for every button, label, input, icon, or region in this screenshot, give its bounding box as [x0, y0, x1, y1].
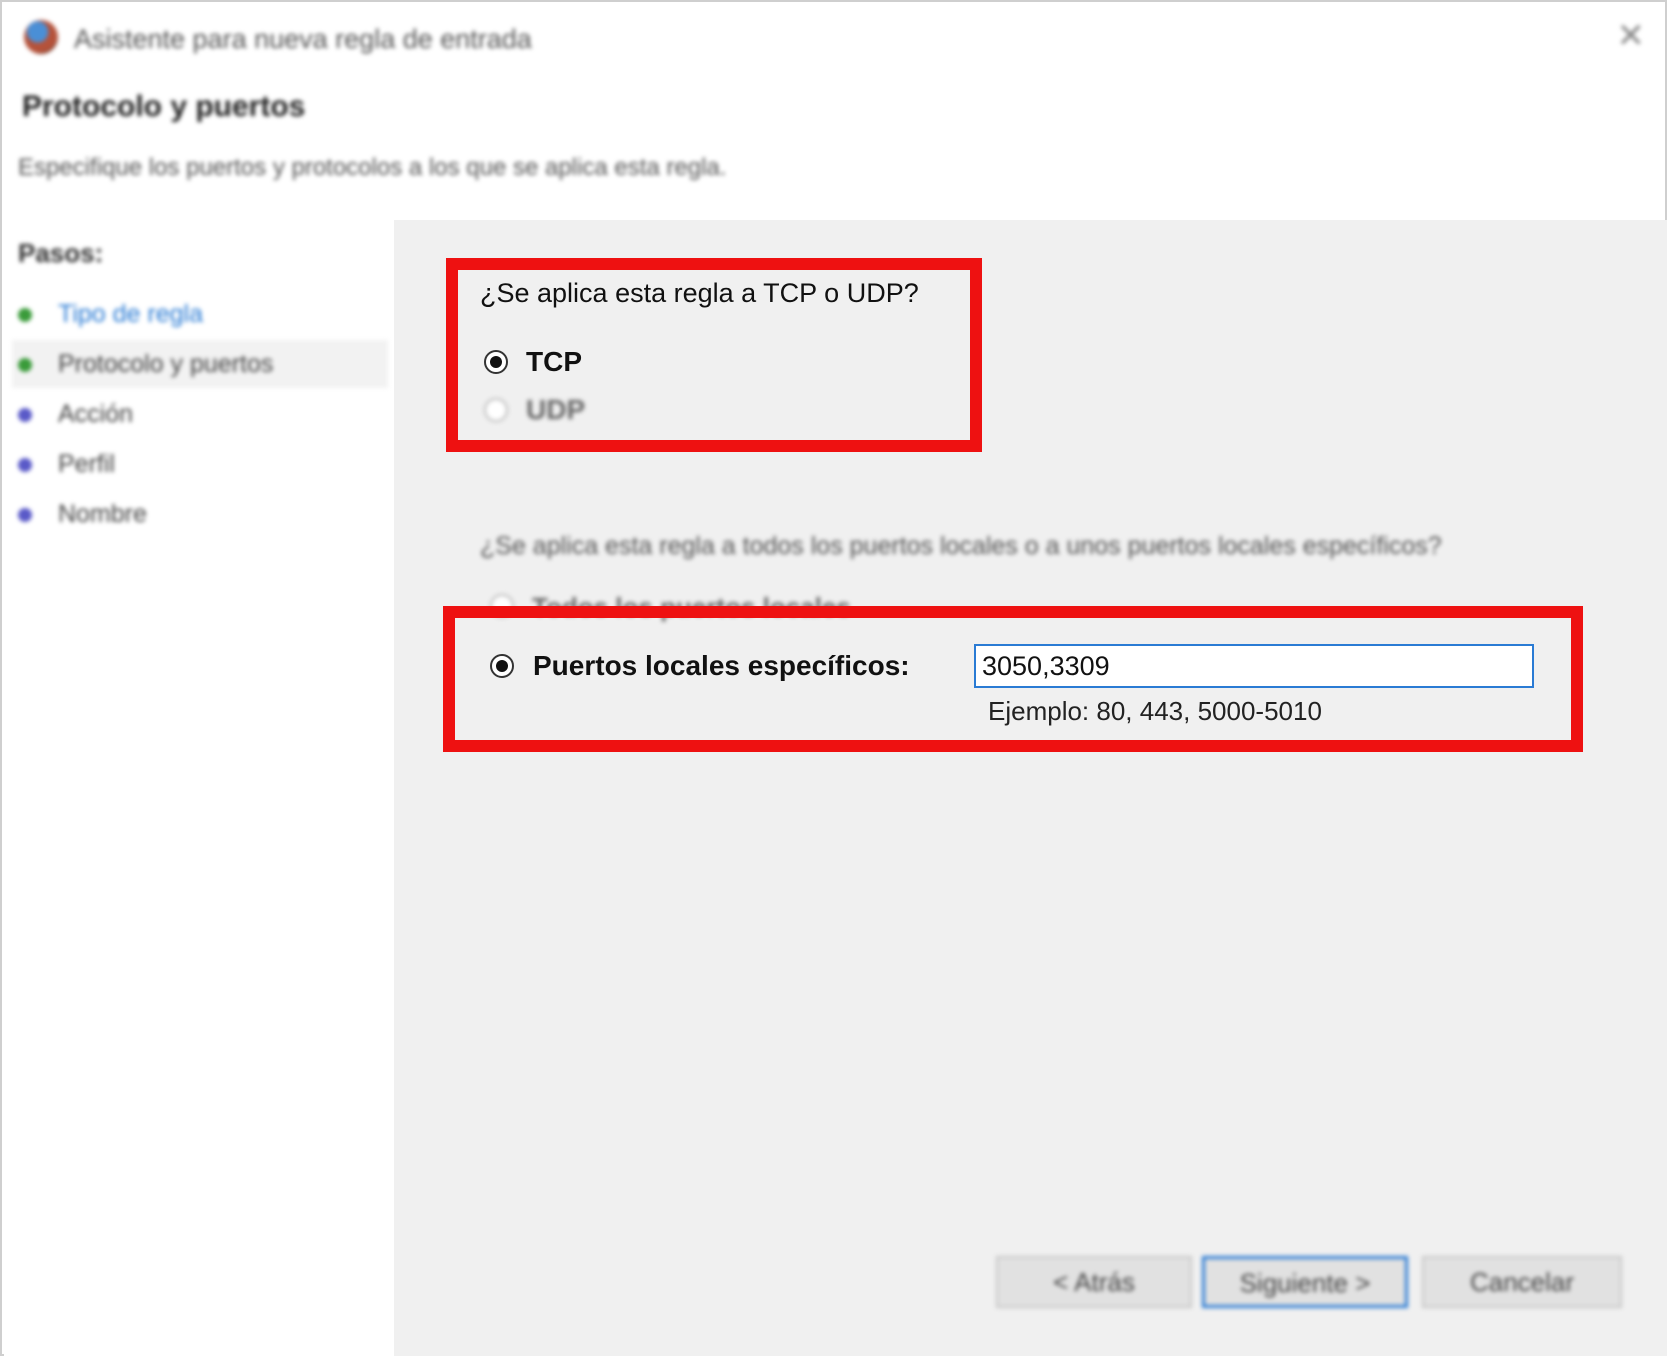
page-subtitle: Especifique los puertos y protocolos a l…: [18, 154, 727, 181]
step-done-icon: [18, 308, 32, 322]
next-button[interactable]: Siguiente >: [1202, 1256, 1408, 1308]
specific-ports-input[interactable]: [974, 644, 1534, 688]
step-nombre[interactable]: Nombre: [12, 490, 388, 538]
specific-ports-label[interactable]: Puertos locales específicos:: [533, 650, 910, 682]
ports-question: ¿Se aplica esta regla a todos los puerto…: [480, 532, 1442, 560]
step-pending-icon: [18, 408, 32, 422]
tcp-label[interactable]: TCP: [526, 346, 582, 378]
window-title: Asistente para nueva regla de entrada: [74, 24, 532, 54]
udp-radio[interactable]: [484, 398, 508, 422]
specific-ports-radio[interactable]: [490, 654, 514, 678]
title-bar: Asistente para nueva regla de entrada ✕: [2, 2, 1665, 74]
back-button[interactable]: < Atrás: [996, 1256, 1192, 1308]
cancel-button[interactable]: Cancelar: [1422, 1256, 1622, 1308]
protocol-question: ¿Se aplica esta regla a TCP o UDP?: [480, 278, 919, 308]
step-perfil[interactable]: Perfil: [12, 440, 388, 488]
close-icon[interactable]: ✕: [1617, 16, 1646, 56]
step-label: Nombre: [58, 500, 147, 528]
steps-pane: Pasos: Tipo de regla Protocolo y puertos…: [4, 220, 394, 1356]
udp-label[interactable]: UDP: [526, 394, 585, 426]
step-pending-icon: [18, 458, 32, 472]
step-protocolo-y-puertos[interactable]: Protocolo y puertos: [12, 340, 388, 388]
step-pending-icon: [18, 508, 32, 522]
step-accion[interactable]: Acción: [12, 390, 388, 438]
page-title: Protocolo y puertos: [22, 90, 306, 123]
step-label: Tipo de regla: [58, 300, 203, 328]
steps-title: Pasos:: [18, 238, 104, 268]
firewall-app-icon: [24, 20, 58, 54]
step-current-icon: [18, 358, 32, 372]
step-label: Perfil: [58, 450, 115, 478]
ports-example-hint: Ejemplo: 80, 443, 5000-5010: [988, 696, 1322, 726]
step-label: Protocolo y puertos: [58, 350, 274, 378]
step-tipo-de-regla[interactable]: Tipo de regla: [12, 290, 388, 338]
step-label: Acción: [58, 400, 134, 428]
tcp-radio[interactable]: [484, 350, 508, 374]
wizard-window: Asistente para nueva regla de entrada ✕ …: [0, 0, 1667, 1356]
